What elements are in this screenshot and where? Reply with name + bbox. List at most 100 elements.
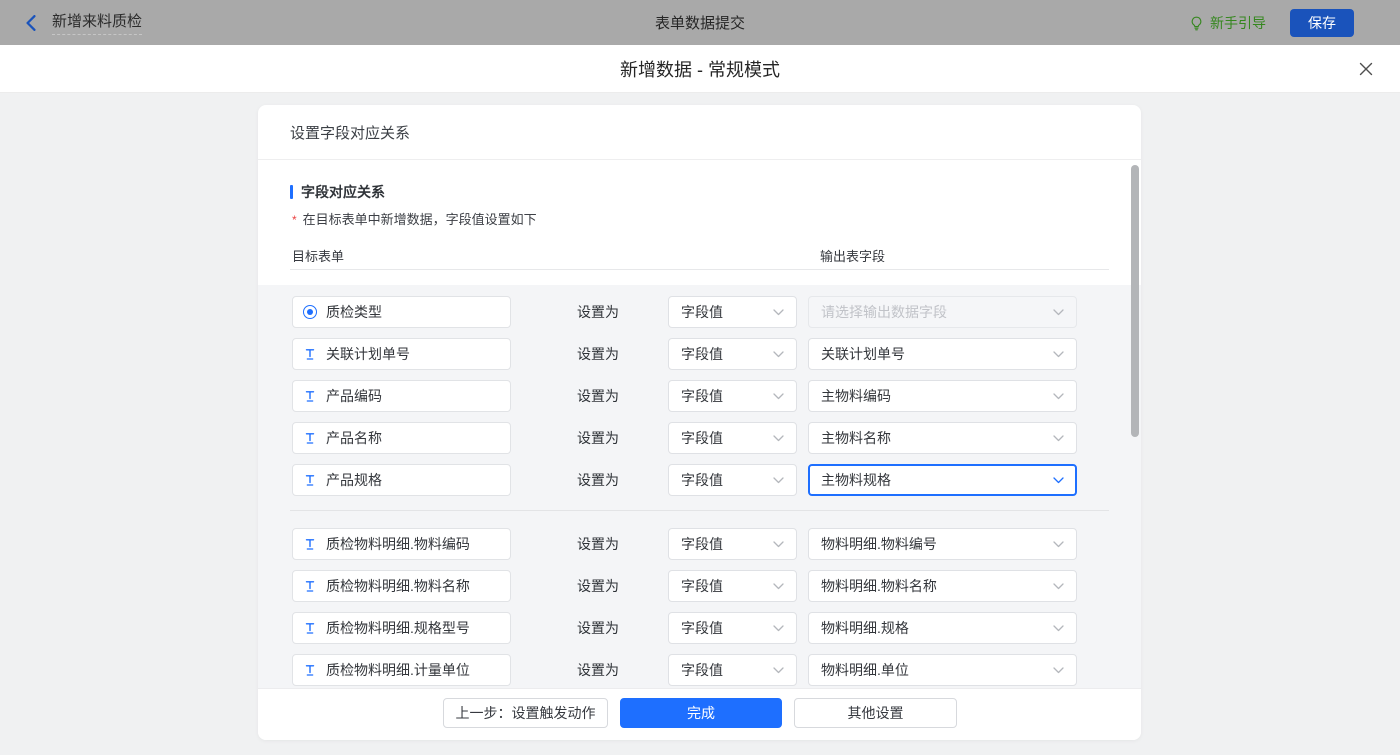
operator-value: 字段值	[681, 386, 723, 406]
output-field-select[interactable]: 物料明细.单位	[808, 654, 1077, 686]
output-field-value: 物料明细.单位	[821, 660, 909, 680]
column-header-output: 输出表字段	[820, 246, 885, 265]
field-mapping-row: 产品名称 设置为 字段值 主物料名称	[292, 422, 1107, 454]
save-button[interactable]: 保存	[1290, 9, 1354, 37]
previous-step-button[interactable]: 上一步：设置触发动作	[443, 698, 608, 728]
target-field-label: 产品名称	[326, 428, 382, 448]
target-field-label: 质检物料明细.物料编码	[326, 534, 470, 554]
chevron-down-icon	[773, 625, 784, 632]
target-field-label: 质检物料明细.物料名称	[326, 576, 470, 596]
field-mapping-row: 质检物料明细.物料编码 设置为 字段值 物料明细.物料编号	[292, 528, 1107, 560]
chevron-down-icon	[773, 477, 784, 484]
topbar: 新增来料质检 表单数据提交 新手引导 保存	[0, 0, 1400, 45]
operator-select[interactable]: 字段值	[668, 654, 797, 686]
field-mapping-row: 质检类型 设置为 字段值 请选择输出数据字段	[292, 296, 1107, 328]
output-field-select[interactable]: 关联计划单号	[808, 338, 1077, 370]
operator-select[interactable]: 字段值	[668, 296, 797, 328]
chevron-down-icon	[773, 351, 784, 358]
target-field-box: 质检类型	[292, 296, 511, 328]
target-field-label: 质检物料明细.规格型号	[326, 618, 470, 638]
field-mapping-row: 产品规格 设置为 字段值 主物料规格	[292, 464, 1107, 496]
output-field-value: 请选择输出数据字段	[821, 302, 947, 322]
chevron-down-icon	[773, 393, 784, 400]
field-mapping-row: 质检物料明细.规格型号 设置为 字段值 物料明细.规格	[292, 612, 1107, 644]
output-field-value: 关联计划单号	[821, 344, 905, 364]
operator-select[interactable]: 字段值	[668, 464, 797, 496]
chevron-down-icon	[1053, 667, 1064, 674]
set-as-label: 设置为	[577, 528, 619, 560]
target-field-box: 质检物料明细.规格型号	[292, 612, 511, 644]
operator-select[interactable]: 字段值	[668, 528, 797, 560]
text-field-icon	[303, 389, 317, 403]
output-field-select[interactable]: 请选择输出数据字段	[808, 296, 1077, 328]
set-as-label: 设置为	[577, 654, 619, 686]
operator-select[interactable]: 字段值	[668, 338, 797, 370]
field-mapping-row: 质检物料明细.物料名称 设置为 字段值 物料明细.物料名称	[292, 570, 1107, 602]
operator-value: 字段值	[681, 302, 723, 322]
column-headers: 目标表单 输出表字段	[258, 246, 1141, 264]
target-field-label: 质检类型	[326, 302, 382, 322]
chevron-down-icon	[1053, 541, 1064, 548]
section-title: 字段对应关系	[290, 184, 385, 200]
field-mapping-row: 关联计划单号 设置为 字段值 关联计划单号	[292, 338, 1107, 370]
text-field-icon	[303, 579, 317, 593]
card-header: 设置字段对应关系	[258, 105, 1141, 160]
operator-select[interactable]: 字段值	[668, 380, 797, 412]
set-as-label: 设置为	[577, 612, 619, 644]
operator-select[interactable]: 字段值	[668, 612, 797, 644]
screen: 新增来料质检 表单数据提交 新手引导 保存 新增数据 - 常规模式 设置字段对应…	[0, 0, 1400, 755]
rows-area: 质检类型 设置为 字段值 请选择输出数据字段 关联计划单号 设置为 字段值 关联…	[258, 285, 1141, 688]
other-settings-button[interactable]: 其他设置	[794, 698, 957, 728]
text-field-icon	[303, 473, 317, 487]
chevron-down-icon	[773, 583, 784, 590]
target-field-label: 关联计划单号	[326, 344, 410, 364]
output-field-select[interactable]: 主物料编码	[808, 380, 1077, 412]
operator-select[interactable]: 字段值	[668, 422, 797, 454]
text-field-icon	[303, 663, 317, 677]
output-field-value: 物料明细.物料编号	[821, 534, 937, 554]
output-field-select[interactable]: 物料明细.物料名称	[808, 570, 1077, 602]
output-field-select[interactable]: 主物料规格	[808, 464, 1077, 496]
chevron-down-icon	[773, 309, 784, 316]
output-field-select[interactable]: 主物料名称	[808, 422, 1077, 454]
dialog-header: 新增数据 - 常规模式	[0, 45, 1400, 93]
field-mapping-row: 质检物料明细.计量单位 设置为 字段值 物料明细.单位	[292, 654, 1107, 686]
done-button[interactable]: 完成	[620, 698, 782, 728]
note-text: 在目标表单中新增数据，字段值设置如下	[303, 211, 537, 229]
target-field-label: 产品规格	[326, 470, 382, 490]
guide-link[interactable]: 新手引导	[1189, 13, 1266, 33]
output-field-select[interactable]: 物料明细.物料编号	[808, 528, 1077, 560]
operator-select[interactable]: 字段值	[668, 570, 797, 602]
text-field-icon	[303, 431, 317, 445]
output-field-value: 物料明细.物料名称	[821, 576, 937, 596]
target-field-box: 产品名称	[292, 422, 511, 454]
guide-label: 新手引导	[1210, 13, 1266, 33]
chevron-down-icon	[1053, 309, 1064, 316]
chevron-down-icon	[1053, 477, 1064, 484]
text-field-icon	[303, 537, 317, 551]
operator-value: 字段值	[681, 470, 723, 490]
close-icon	[1358, 61, 1374, 77]
scrollbar-thumb[interactable]	[1131, 165, 1139, 437]
target-field-box: 产品编码	[292, 380, 511, 412]
card-footer: 上一步：设置触发动作 完成 其他设置	[258, 688, 1141, 740]
chevron-down-icon	[1053, 393, 1064, 400]
set-as-label: 设置为	[577, 422, 619, 454]
target-field-box: 质检物料明细.计量单位	[292, 654, 511, 686]
column-header-target: 目标表单	[292, 246, 344, 265]
operator-value: 字段值	[681, 534, 723, 554]
output-field-value: 物料明细.规格	[821, 618, 909, 638]
section-title-label: 字段对应关系	[301, 182, 385, 202]
close-button[interactable]	[1356, 59, 1376, 79]
operator-value: 字段值	[681, 618, 723, 638]
operator-value: 字段值	[681, 576, 723, 596]
chevron-down-icon	[773, 435, 784, 442]
text-field-icon	[303, 347, 317, 361]
output-field-select[interactable]: 物料明细.规格	[808, 612, 1077, 644]
set-as-label: 设置为	[577, 338, 619, 370]
section-accent-bar	[290, 185, 293, 199]
dialog-title: 新增数据 - 常规模式	[620, 56, 780, 82]
lightbulb-icon	[1189, 15, 1204, 31]
target-field-label: 质检物料明细.计量单位	[326, 660, 470, 680]
operator-value: 字段值	[681, 660, 723, 680]
